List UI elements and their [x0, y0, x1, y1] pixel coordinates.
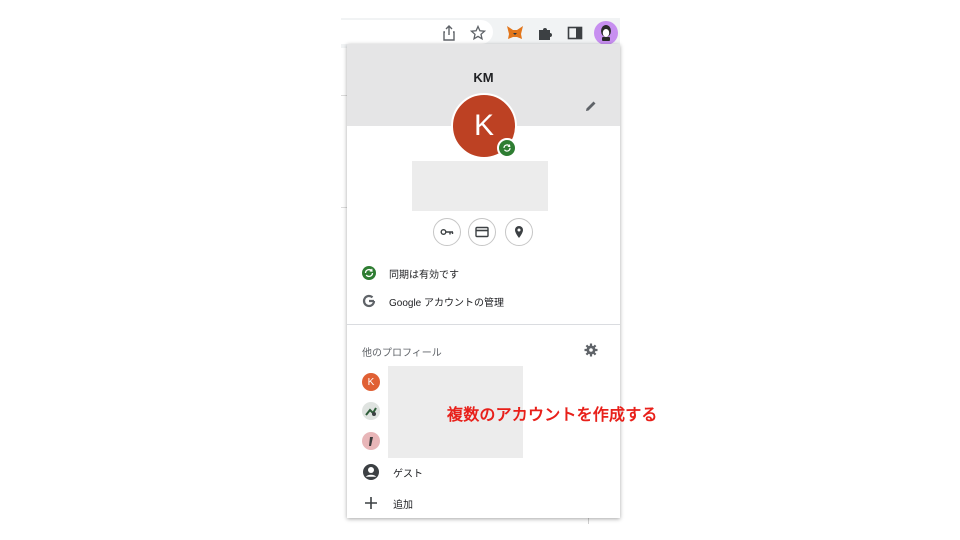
photo-avatar-icon: [369, 437, 373, 446]
payment-methods-button[interactable]: [468, 218, 496, 246]
passwords-button[interactable]: [433, 218, 461, 246]
annotation-caption: 複数のアカウントを作成する: [447, 407, 658, 424]
bookmark-star-icon[interactable]: [469, 24, 487, 42]
email-redacted: [412, 161, 548, 211]
gear-icon[interactable]: [583, 342, 599, 358]
google-g-icon: [361, 293, 377, 309]
address-pin-icon: [515, 226, 523, 238]
other-profiles-heading: 他のプロフィール: [362, 348, 442, 359]
sync-badge-icon: [497, 138, 517, 158]
edit-pencil-icon[interactable]: [583, 98, 599, 114]
profile-menu-panel: KM K 同期は有効です Google アカウントの管理 他のプロフィール K: [347, 44, 620, 518]
section-divider: [347, 324, 620, 325]
add-profile-label: 追加: [393, 499, 413, 511]
profile-avatar-button[interactable]: [594, 21, 618, 45]
profile-character-icon: [601, 25, 611, 41]
side-panel-icon[interactable]: [566, 24, 584, 42]
addresses-button[interactable]: [505, 218, 533, 246]
add-profile-row[interactable]: 追加: [347, 492, 620, 514]
guest-row[interactable]: ゲスト: [347, 461, 620, 483]
other-profile-avatar[interactable]: [362, 432, 380, 450]
sync-status-row[interactable]: 同期は有効です: [347, 262, 620, 284]
profile-name: KM: [473, 70, 494, 85]
sync-status-label: 同期は有効です: [389, 269, 459, 281]
plant-photo-icon: [365, 407, 377, 416]
metamask-fox-icon[interactable]: [506, 24, 524, 42]
sync-icon: [361, 265, 377, 281]
guest-label: ゲスト: [393, 468, 423, 480]
manage-account-label: Google アカウントの管理: [389, 297, 505, 309]
other-profile-avatar[interactable]: [362, 402, 380, 420]
guest-person-icon: [362, 463, 380, 481]
plus-icon: [363, 495, 379, 511]
payment-card-icon: [475, 226, 489, 238]
password-key-icon: [440, 229, 454, 235]
share-icon[interactable]: [440, 24, 458, 42]
page-edge: [588, 518, 621, 524]
other-profile-avatar[interactable]: K: [362, 373, 380, 391]
manage-account-row[interactable]: Google アカウントの管理: [347, 290, 620, 312]
extensions-puzzle-icon[interactable]: [536, 24, 554, 42]
